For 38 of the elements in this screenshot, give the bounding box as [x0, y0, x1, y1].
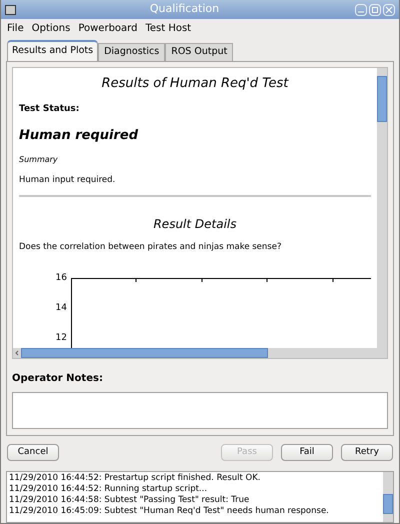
menu-item[interactable]: Powerboard	[78, 20, 138, 36]
dialog-button[interactable]: Cancel	[7, 444, 59, 461]
log-line: 11/29/2010 16:44:52: Prestartup script finished. Result OK.	[9, 472, 262, 484]
tab[interactable]: Results and Plots	[7, 40, 98, 61]
dialog-button[interactable]: Retry	[341, 444, 393, 461]
vertical-scrollbar[interactable]	[377, 68, 387, 358]
maximize-icon[interactable]	[369, 4, 381, 16]
scrollbar-thumb[interactable]	[21, 348, 268, 358]
window-icon	[5, 4, 16, 14]
window-title: Qualification	[148, 1, 220, 18]
axis-tick-label: 14	[56, 304, 67, 313]
horizontal-scrollbar[interactable]	[13, 348, 377, 358]
menu-item[interactable]: File	[7, 20, 24, 36]
scrollbar-thumb[interactable]	[377, 76, 387, 122]
summary-label: Summary	[19, 154, 59, 166]
report-title: Results of Human Req'd Test	[100, 75, 290, 93]
minimize-icon[interactable]	[355, 4, 367, 16]
vertical-scrollbar[interactable]	[383, 472, 393, 522]
details-title: Result Details	[152, 216, 238, 234]
summary-text: Human input required.	[19, 174, 116, 186]
tab[interactable]: ROS Output	[165, 43, 234, 61]
axis-tick-label: 16	[56, 274, 67, 283]
log-line: 11/29/2010 16:45:09: Subtest "Human Req'd Test" needs human response.	[9, 506, 330, 517]
status-text: Human required	[19, 127, 140, 145]
tab[interactable]: Diagnostics	[98, 43, 166, 61]
notes-label: Operator Notes:	[12, 372, 104, 386]
status-label: Test Status:	[19, 102, 80, 116]
menu-item[interactable]: Test Host	[145, 20, 192, 36]
menu-item[interactable]: Options	[32, 20, 70, 36]
axis-tick-label: 12	[56, 334, 67, 343]
close-icon[interactable]	[383, 4, 395, 16]
log-line: 11/29/2010 16:44:52: Running startup script...	[9, 484, 208, 495]
log-line: 11/29/2010 16:44:58: Subtest "Passing Test" result: True	[9, 494, 250, 506]
notes-field[interactable]	[12, 392, 388, 429]
scroll-left-icon[interactable]	[13, 348, 21, 358]
dialog-button[interactable]: Fail	[281, 444, 333, 461]
scrollbar-thumb[interactable]	[383, 494, 393, 514]
question-text: Does the correlation between pirates and ninjas make sense?	[19, 241, 282, 254]
